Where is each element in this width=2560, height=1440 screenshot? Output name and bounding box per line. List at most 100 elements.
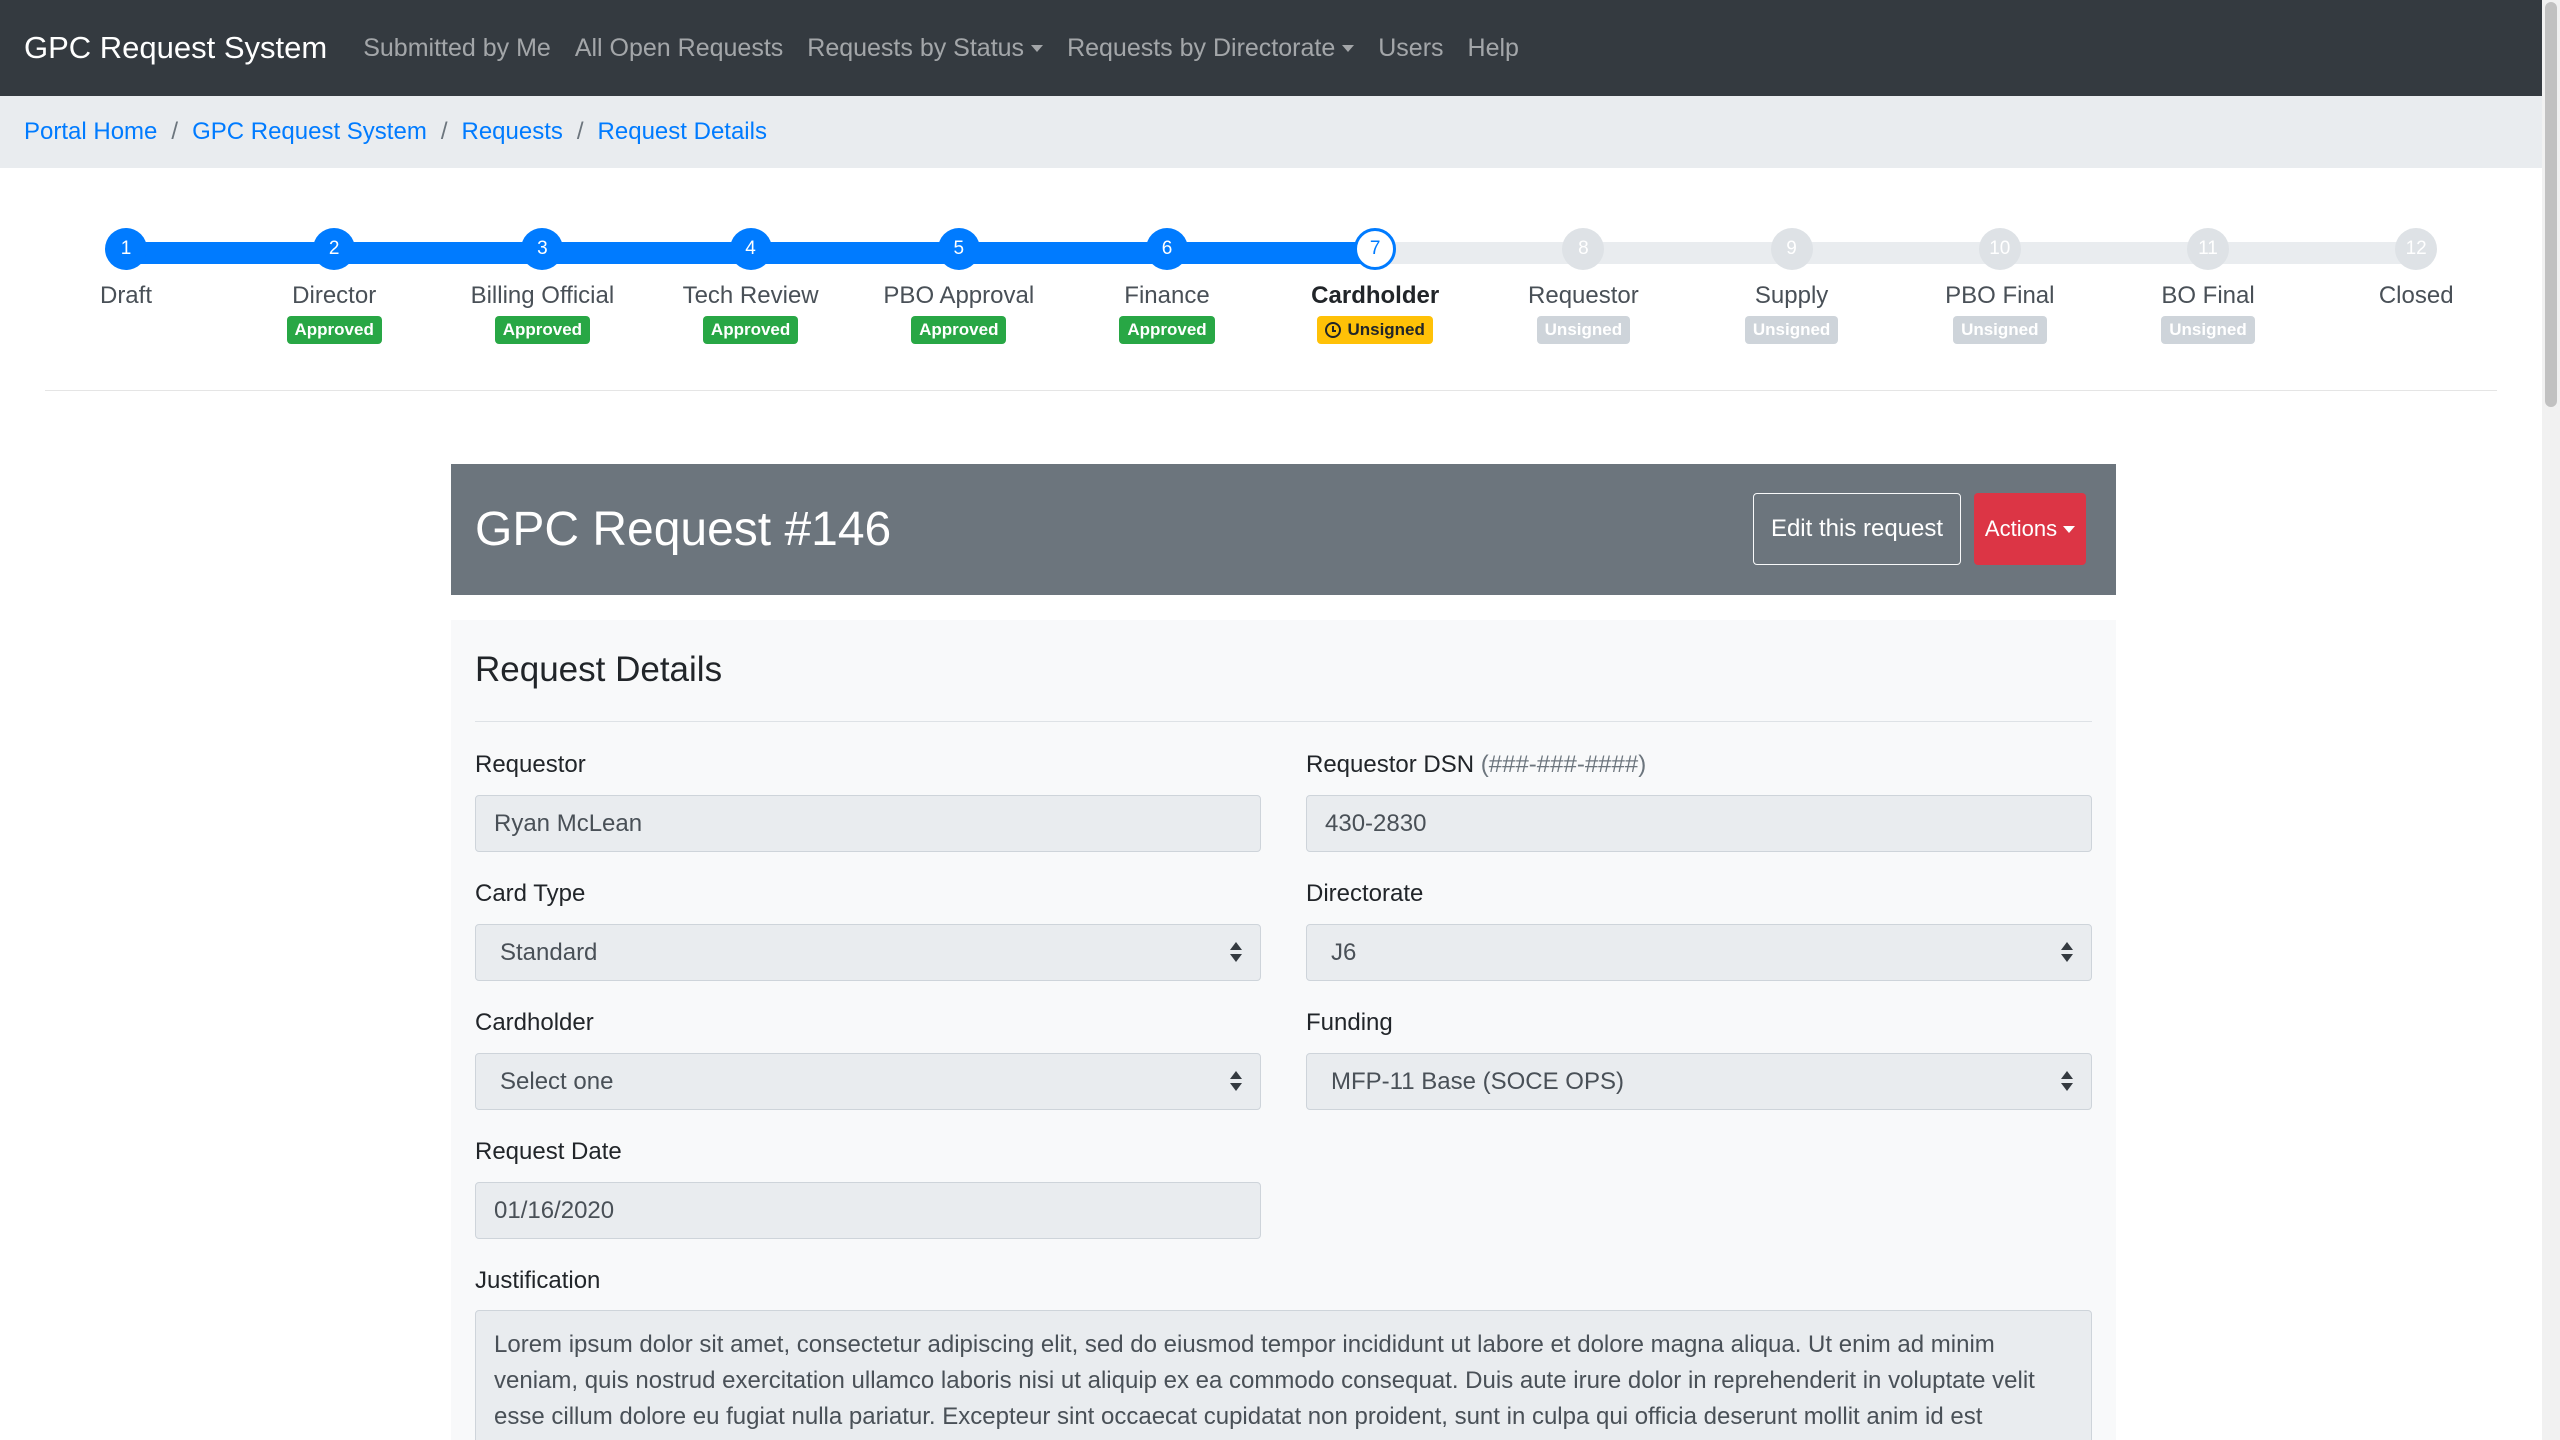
step-label: Requestor [1528, 282, 1639, 309]
select-arrows-icon [2061, 1071, 2073, 1093]
breadcrumb-portal-home[interactable]: Portal Home [24, 118, 157, 146]
section-heading: Request Details [475, 650, 723, 689]
step-number-circle: 6 [1146, 228, 1188, 270]
step-number-circle: 3 [521, 228, 564, 270]
step-pbo-final: 10 PBO Final Unsigned [1900, 228, 2100, 344]
step-status-badge: Approved [494, 316, 591, 344]
divider [475, 721, 2092, 722]
justification-textarea[interactable]: Lorem ipsum dolor sit amet, consectetur … [475, 1310, 2092, 1440]
scrollbar-thumb[interactable] [2545, 2, 2557, 407]
caret-down-icon [1031, 44, 1044, 52]
select-arrows-icon [1230, 942, 1242, 964]
step-status-text: Unsigned [1544, 320, 1623, 339]
breadcrumb-request-details[interactable]: Request Details [598, 118, 767, 146]
step-billing-official: 3 Billing Official Approved [442, 228, 642, 344]
step-status-text: Approved [710, 320, 791, 339]
caret-down-icon [1342, 44, 1355, 52]
directorate-select[interactable]: J6 [1306, 924, 2092, 981]
nav-all-open-requests[interactable]: All Open Requests [575, 34, 783, 63]
directorate-label: Directorate [1306, 880, 1424, 907]
step-status-badge: Unsigned [1536, 316, 1631, 344]
stepper-divider [45, 390, 2497, 391]
justification-label: Justification [475, 1267, 601, 1294]
nav-submitted-by-me[interactable]: Submitted by Me [363, 34, 551, 63]
step-status-text: Approved [1127, 320, 1207, 339]
top-navbar: GPC Request System Submitted by Me All O… [0, 0, 2542, 96]
page-scrollbar[interactable] [2542, 0, 2560, 1440]
step-label: Director [292, 282, 377, 309]
step-status-text: Approved [919, 320, 999, 339]
step-number-circle: 7 [1354, 228, 1397, 270]
request-date-field[interactable]: 01/16/2020 [475, 1182, 1261, 1239]
step-label: Supply [1754, 282, 1829, 309]
step-status-badge: Approved [1119, 316, 1215, 344]
step-status-text: Unsigned [1961, 320, 2039, 339]
request-details-card: Request Details Requestor Ryan McLean Re… [451, 620, 2116, 1440]
step-label: Finance [1124, 282, 1210, 309]
step-number-circle: 12 [2395, 228, 2438, 270]
step-status-text: Unsigned [2169, 320, 2247, 339]
nav-requests-by-directorate-dropdown[interactable]: Requests by Directorate [1067, 34, 1355, 63]
breadcrumb-requests[interactable]: Requests [461, 118, 562, 146]
step-status-text: Unsigned [1752, 320, 1831, 339]
step-status-badge: Approved [286, 316, 382, 344]
requestor-label: Requestor [475, 751, 586, 778]
funding-label: Funding [1306, 1009, 1393, 1036]
step-label: Tech Review [682, 282, 819, 309]
step-tech-review: 4 Tech Review Approved [651, 228, 851, 344]
step-number-circle: 5 [937, 228, 980, 270]
requestor-dsn-label: Requestor DSN (###-###-####) [1306, 751, 1647, 778]
step-status-text: Approved [502, 320, 583, 339]
select-arrows-icon [1230, 1071, 1242, 1093]
step-finance: 6 Finance Approved [1067, 228, 1267, 344]
requestor-dsn-field[interactable]: 430-2830 [1306, 795, 2092, 852]
request-date-label: Request Date [475, 1138, 622, 1165]
step-label: Billing Official [470, 282, 615, 309]
select-arrows-icon [2061, 942, 2073, 964]
edit-request-button[interactable]: Edit this request [1753, 493, 1961, 565]
nav-requests-by-status-dropdown[interactable]: Requests by Status [807, 34, 1044, 63]
card-type-label: Card Type [475, 880, 586, 907]
step-status-badge: Approved [911, 316, 1007, 344]
brand-link[interactable]: GPC Request System [24, 30, 327, 66]
step-pbo-approval: 5 PBO Approval Approved [859, 228, 1059, 344]
nav-users[interactable]: Users [1378, 34, 1443, 63]
nav-help[interactable]: Help [1468, 34, 1519, 63]
step-number-circle: 10 [1978, 228, 2021, 270]
step-label: Cardholder [1311, 282, 1440, 309]
step-status-text: Approved [294, 320, 374, 339]
dsn-format-hint: (###-###-####) [1480, 751, 1647, 778]
step-status-badge: Unsigned [1317, 316, 1433, 344]
step-number-circle: 11 [2187, 228, 2229, 270]
requestor-field[interactable]: Ryan McLean [475, 795, 1261, 852]
step-number-circle: 2 [313, 228, 356, 270]
cardholder-select[interactable]: Select one [475, 1053, 1261, 1110]
request-header: GPC Request #146 Edit this request Actio… [451, 464, 2116, 595]
step-status-badge: Unsigned [2161, 316, 2255, 344]
step-number-circle: 8 [1562, 228, 1605, 270]
step-draft: 1 Draft [26, 228, 226, 310]
cardholder-label: Cardholder [475, 1009, 594, 1036]
step-status-text: Unsigned [1347, 320, 1425, 339]
step-status-badge: Unsigned [1953, 316, 2047, 344]
step-label: PBO Final [1945, 282, 2055, 309]
step-bo-final: 11 BO Final Unsigned [2108, 228, 2308, 344]
step-status-badge: Unsigned [1744, 316, 1839, 344]
breadcrumb-separator: / [171, 118, 179, 145]
caret-down-icon [2063, 525, 2076, 533]
step-requestor: 8 Requestor Unsigned [1483, 228, 1683, 344]
breadcrumb-gpc-request-system[interactable]: GPC Request System [192, 118, 427, 146]
funding-select[interactable]: MFP-11 Base (SOCE OPS) [1306, 1053, 2092, 1110]
step-number-circle: 1 [105, 228, 147, 270]
step-number-circle: 4 [729, 228, 772, 270]
breadcrumb: Portal Home / GPC Request System / Reque… [0, 96, 2542, 168]
actions-dropdown-button[interactable]: Actions [1974, 493, 2086, 565]
breadcrumb-separator: / [440, 118, 448, 145]
step-cardholder: 7 Cardholder Unsigned [1275, 228, 1475, 344]
page-title: GPC Request #146 [475, 503, 892, 556]
clock-icon [1325, 322, 1342, 338]
step-label: Closed [2378, 282, 2454, 309]
card-type-select[interactable]: Standard [475, 924, 1261, 981]
step-label: Draft [99, 282, 152, 309]
step-label: PBO Approval [883, 282, 1035, 309]
